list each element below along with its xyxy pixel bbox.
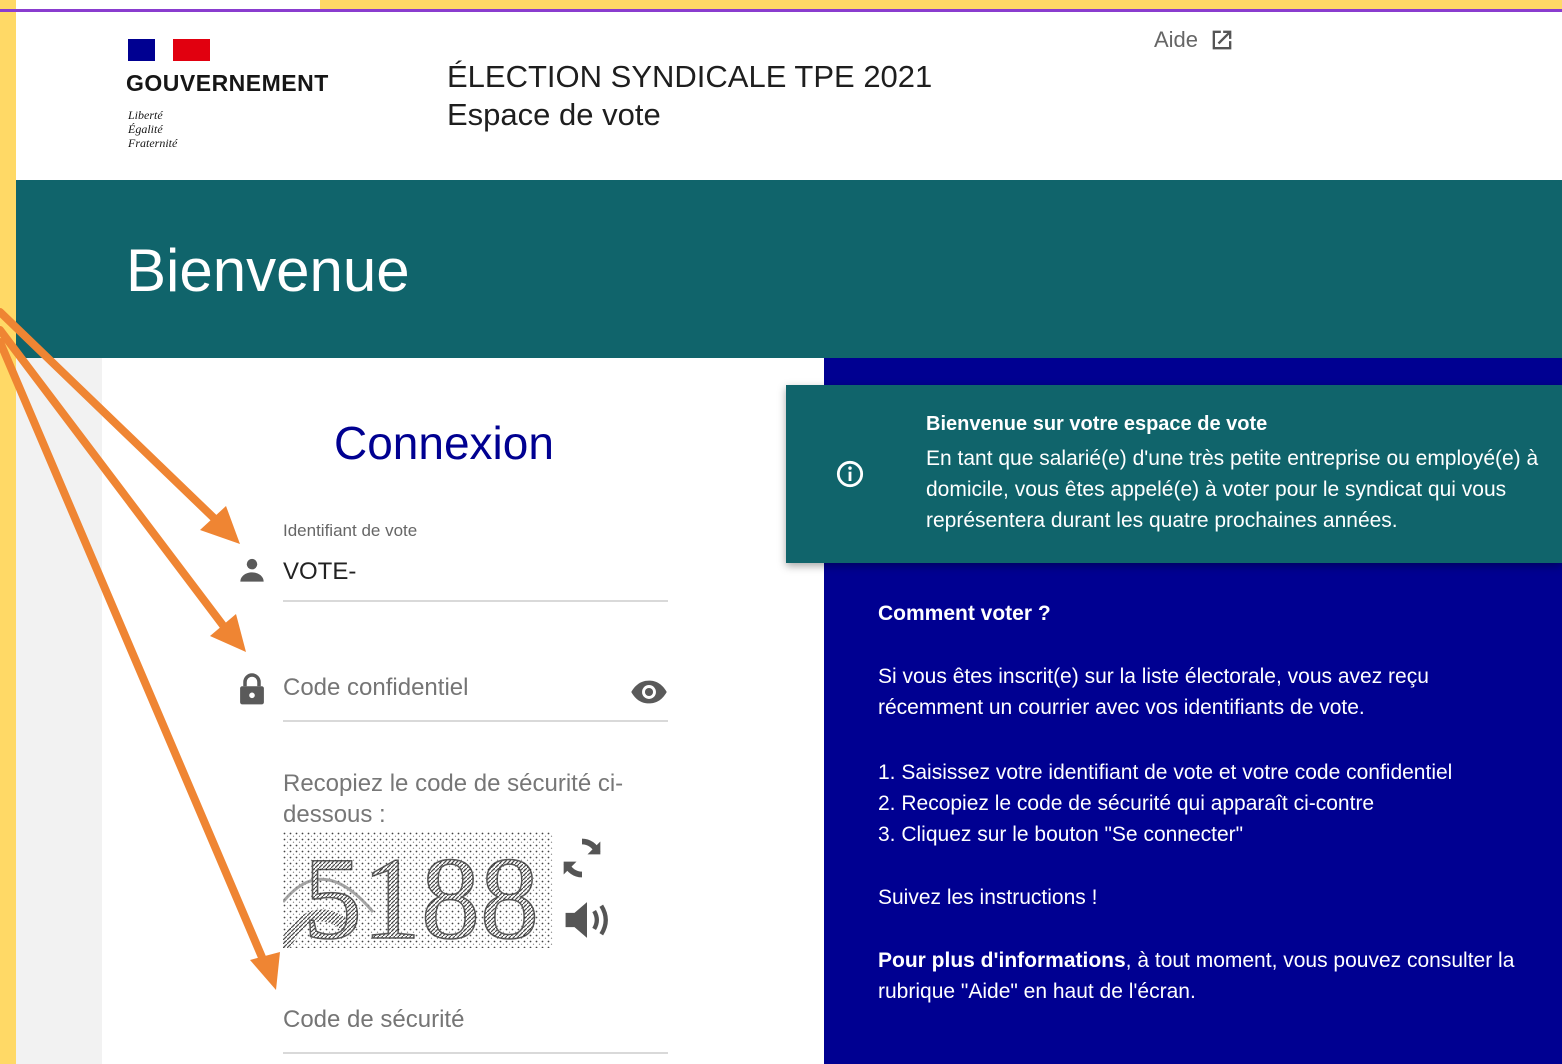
login-title: Connexion: [334, 417, 554, 469]
audio-icon[interactable]: [562, 898, 612, 942]
follow-instructions: Suivez les instructions !: [878, 886, 1098, 909]
site-title: ÉLECTION SYNDICALE TPE 2021: [447, 59, 933, 94]
gov-logo-text: GOUVERNEMENT: [126, 70, 329, 96]
more-info-bold: Pour plus d'informations: [878, 949, 1126, 972]
id-field-label: Identifiant de vote: [283, 521, 418, 540]
person-icon: [240, 558, 264, 582]
lock-icon: [240, 673, 264, 705]
info-icon: [836, 460, 864, 488]
motto-line: Fraternité: [128, 136, 178, 150]
welcome-banner: Bienvenue: [16, 180, 1562, 358]
welcome-info-box: Bienvenue sur votre espace de vote En ta…: [786, 385, 1562, 563]
banner-title: Bienvenue: [126, 237, 410, 304]
security-code-input[interactable]: [283, 1006, 663, 1034]
help-link[interactable]: Aide: [1154, 26, 1236, 54]
left-gutter: [16, 358, 102, 1064]
intro-paragraph: Si vous êtes inscrit(e) sur la liste éle…: [878, 665, 1429, 719]
external-link-icon: [1212, 30, 1232, 50]
motto-line: Liberté: [128, 108, 163, 122]
step-item: 3. Cliquez sur le bouton "Se connecter": [878, 823, 1244, 846]
password-field-underline: [283, 720, 668, 722]
refresh-icon[interactable]: [560, 836, 604, 880]
vote-id-input[interactable]: VOTE-: [283, 558, 356, 586]
site-subtitle: Espace de vote: [447, 97, 661, 132]
how-to-vote-title: Comment voter ?: [878, 602, 1051, 625]
password-input[interactable]: [283, 674, 613, 702]
step-item: 2. Recopiez le code de sécurité qui appa…: [878, 792, 1375, 815]
captcha-image: 5188: [283, 832, 553, 948]
help-label: Aide: [1154, 27, 1199, 52]
gov-motto: Liberté Égalité Fraternité: [128, 108, 177, 150]
captcha-instruction: Recopiez le code de sécurité ci-dessous …: [283, 770, 624, 828]
steps-list: 1. Saisissez votre identifiant de vote e…: [878, 757, 1518, 850]
security-field-underline: [283, 1052, 668, 1054]
eye-icon[interactable]: [630, 678, 668, 706]
more-info-paragraph: Pour plus d'informations, à tout moment,…: [878, 945, 1518, 1007]
gov-flag-icon: [128, 39, 210, 61]
step-item: 1. Saisissez votre identifiant de vote e…: [878, 761, 1453, 784]
info-box-title: Bienvenue sur votre espace de vote: [926, 413, 1268, 435]
login-card: Connexion Identifiant de vote VOTE- Reco…: [102, 358, 824, 1064]
frame-left: [0, 0, 16, 1064]
info-box-text: En tant que salarié(e) d'une très petite…: [926, 447, 1539, 532]
motto-line: Égalité: [128, 122, 163, 136]
id-field-underline: [283, 600, 668, 602]
site-header: GOUVERNEMENT Liberté Égalité Fraternité …: [16, 12, 1562, 180]
